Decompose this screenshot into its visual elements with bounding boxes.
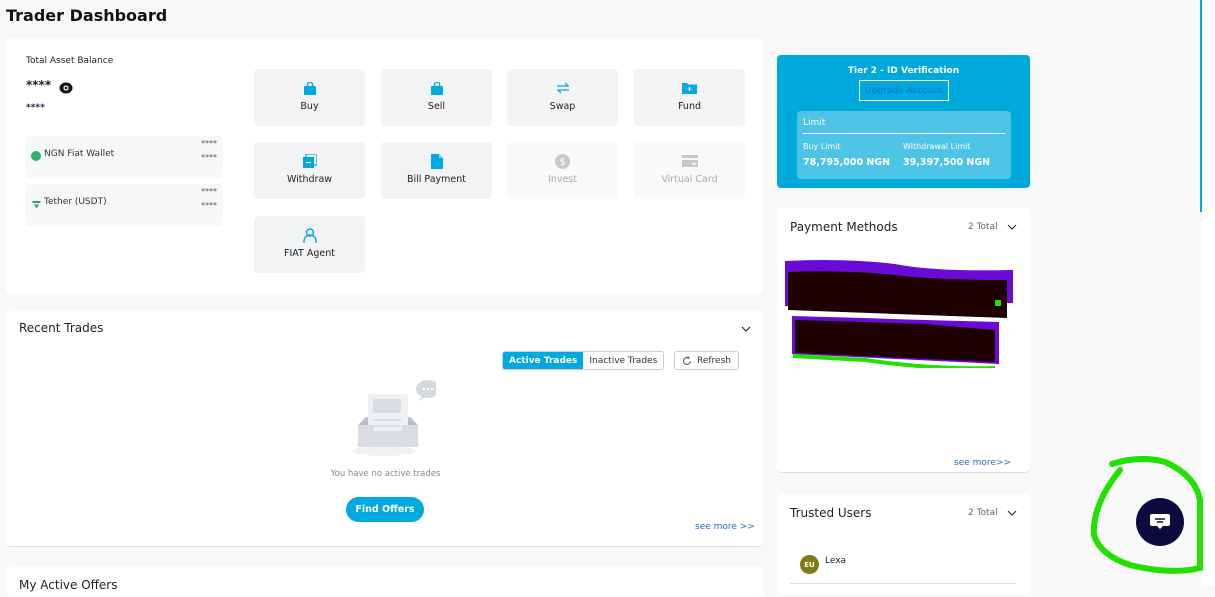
- document-icon: [429, 153, 445, 169]
- balance-card: Total Asset Balance **** **** NGN Fiat W…: [6, 38, 763, 294]
- bill-payment-button[interactable]: Bill Payment: [381, 142, 492, 199]
- fund-button[interactable]: Fund: [634, 69, 745, 126]
- payment-methods-total: 2 Total: [968, 222, 998, 232]
- swap-arrows-icon: [555, 80, 571, 96]
- withdrawal-limit-label: Withdrawal Limit: [903, 142, 971, 151]
- refresh-icon: [683, 355, 691, 365]
- trusted-users-title: Trusted Users: [790, 506, 872, 520]
- redacted-payment-methods: [785, 260, 1013, 368]
- wallet-value: ****: [201, 139, 217, 148]
- buy-button[interactable]: Buy: [254, 69, 365, 126]
- refresh-button[interactable]: Refresh: [674, 351, 739, 370]
- chevron-down-icon[interactable]: [1007, 223, 1017, 231]
- see-more-payment-methods-link[interactable]: see more>>: [954, 458, 1011, 468]
- trusted-user-name[interactable]: Lexa: [825, 556, 846, 566]
- recent-trades-title: Recent Trades: [19, 321, 104, 335]
- trade-status-toggle: Active Trades Inactive Trades: [502, 351, 665, 370]
- total-asset-balance-label: Total Asset Balance: [26, 56, 114, 66]
- empty-state-text: You have no active trades: [330, 469, 441, 479]
- limit-title: Limit: [803, 118, 826, 128]
- action-label: Swap: [549, 101, 576, 112]
- credit-card-icon: [681, 153, 698, 169]
- page-title: Trader Dashboard: [6, 6, 168, 25]
- active-offers-card: My Active Offers: [6, 567, 763, 597]
- upgrade-account-button[interactable]: Upgrade Account: [859, 80, 949, 101]
- trusted-users-card: Trusted Users 2 Total EU Lexa: [777, 494, 1030, 594]
- action-label: Virtual Card: [661, 174, 718, 185]
- balance-secondary-value: ****: [26, 103, 45, 113]
- wallet-value-secondary: ****: [201, 201, 217, 210]
- scrollbar-track: [1202, 0, 1215, 585]
- invest-button[interactable]: $ Invest: [507, 142, 618, 199]
- tether-icon: [32, 201, 41, 209]
- find-offers-button[interactable]: Find Offers: [346, 497, 424, 522]
- divider: [790, 583, 1016, 584]
- naira-coin-icon: [31, 151, 41, 161]
- withdraw-button[interactable]: Withdraw: [254, 142, 365, 199]
- tier-title: Tier 2 - ID Verification: [847, 66, 960, 76]
- tier-verification-card: Tier 2 - ID Verification Upgrade Account…: [777, 55, 1030, 188]
- sell-button[interactable]: Sell: [381, 69, 492, 126]
- action-label: Buy: [300, 101, 319, 112]
- active-offers-title: My Active Offers: [19, 578, 118, 592]
- wallet-tether[interactable]: Tether (USDT) **** ****: [25, 184, 223, 226]
- shopping-bag-icon: [302, 80, 318, 96]
- empty-inbox-illustration: [352, 380, 436, 456]
- withdrawal-limit-value: 39,397,500 NGN: [903, 157, 991, 168]
- buy-limit-value: 78,795,000 NGN: [803, 157, 891, 168]
- dollar-coin-icon: $: [555, 153, 571, 169]
- avatar: EU: [800, 555, 819, 574]
- action-label: Fund: [677, 101, 702, 112]
- action-label: Bill Payment: [406, 174, 467, 185]
- chevron-down-icon[interactable]: [1007, 509, 1017, 517]
- limit-box: Limit Buy Limit 78,795,000 NGN Withdrawa…: [797, 111, 1011, 179]
- fiat-agent-button[interactable]: FIAT Agent: [254, 216, 365, 273]
- folder-plus-icon: [682, 80, 698, 96]
- action-label: Invest: [548, 174, 577, 185]
- tab-active-trades[interactable]: Active Trades: [503, 352, 584, 369]
- scrollbar-thumb[interactable]: [1200, 0, 1202, 212]
- wallet-value: ****: [201, 187, 217, 196]
- shopping-bag-icon: [429, 80, 445, 96]
- divider: [803, 133, 1005, 134]
- wallet-ngn-fiat[interactable]: NGN Fiat Wallet **** ****: [25, 136, 223, 178]
- payment-methods-card: Payment Methods 2 Total see more>>: [777, 208, 1030, 473]
- wallet-value-secondary: ****: [201, 153, 217, 162]
- eye-icon[interactable]: [59, 82, 73, 94]
- trusted-users-total: 2 Total: [968, 508, 998, 518]
- tab-inactive-trades[interactable]: Inactive Trades: [583, 352, 664, 369]
- wallet-name: NGN Fiat Wallet: [44, 149, 115, 159]
- payment-methods-title: Payment Methods: [790, 220, 898, 234]
- copy-minus-icon: [302, 153, 318, 169]
- chat-support-button[interactable]: [1136, 498, 1184, 546]
- chat-icon: [1150, 514, 1170, 529]
- user-icon: [302, 227, 318, 243]
- virtual-card-button[interactable]: Virtual Card: [634, 142, 745, 199]
- action-label: Withdraw: [286, 174, 333, 185]
- total-balance-value: ****: [26, 78, 52, 92]
- buy-limit-label: Buy Limit: [803, 142, 841, 151]
- action-label: Sell: [427, 101, 446, 112]
- svg-text:$: $: [559, 157, 565, 168]
- wallet-name: Tether (USDT): [44, 197, 107, 207]
- recent-trades-card: Recent Trades Active Trades Inactive Tra…: [6, 311, 763, 547]
- action-label: FIAT Agent: [284, 248, 335, 259]
- see-more-trades-link[interactable]: see more >>: [695, 522, 755, 532]
- swap-button[interactable]: Swap: [507, 69, 618, 126]
- refresh-label: Refresh: [697, 355, 731, 366]
- chevron-down-icon[interactable]: [741, 325, 751, 333]
